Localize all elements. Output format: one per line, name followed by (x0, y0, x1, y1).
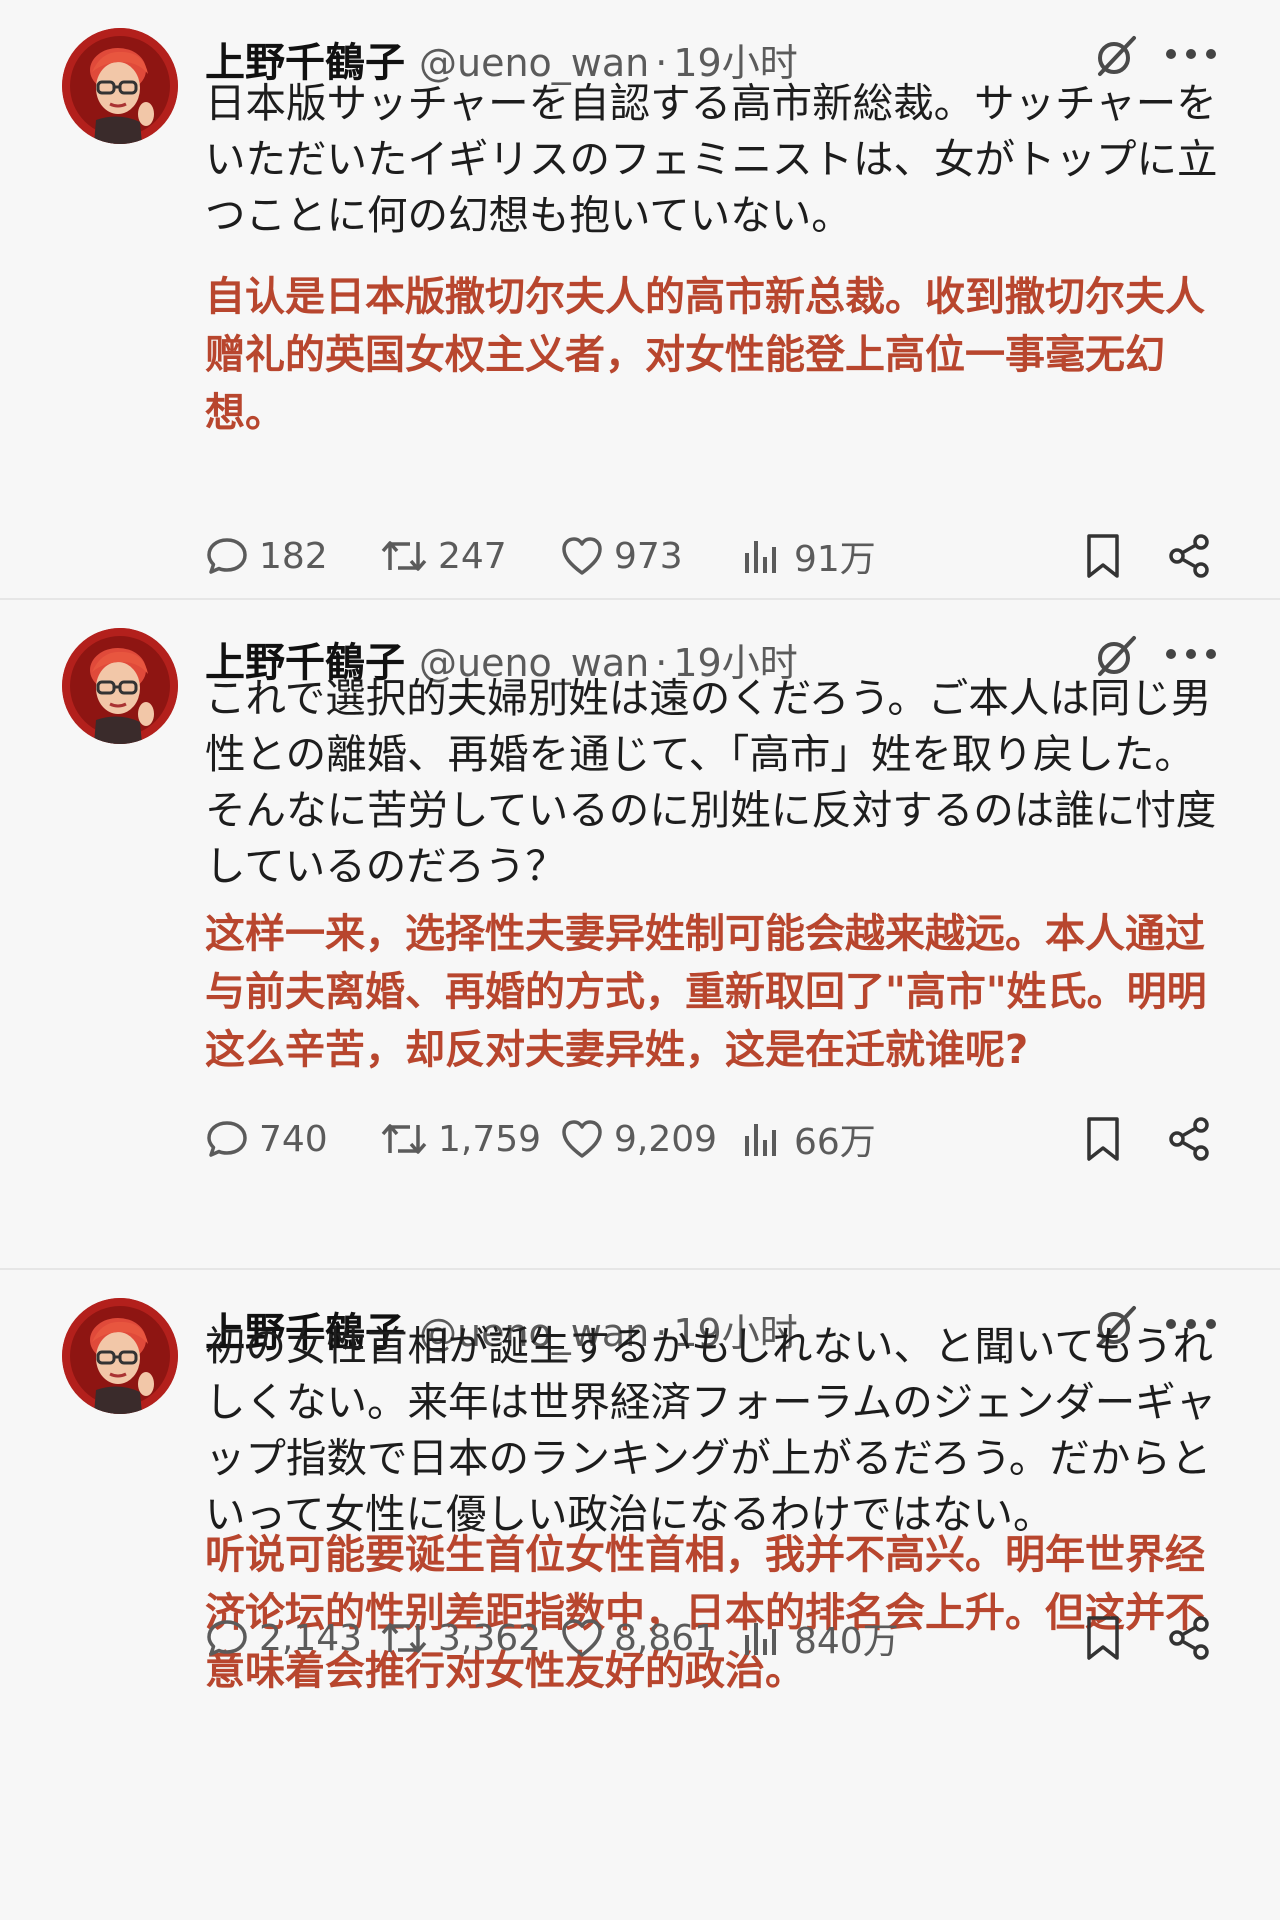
view-count: 66万 (794, 1122, 876, 1163)
views-chart-icon (745, 1623, 776, 1655)
views-button[interactable]: 840万 (740, 1608, 899, 1668)
repost-button[interactable]: 3,362 (380, 1608, 541, 1668)
view-count: 840万 (794, 1621, 899, 1662)
tweet[interactable]: 上野千鶴子 @ueno_wan · 19小时 日本版サッチャーを自認する高市新総… (0, 0, 1280, 600)
repost-icon (381, 1623, 427, 1653)
like-count: 973 (614, 535, 683, 577)
share-icon[interactable] (1165, 1614, 1213, 1662)
like-button[interactable]: 9,209 (560, 1109, 717, 1169)
reply-count: 740 (259, 1118, 328, 1160)
grok-icon[interactable] (1092, 32, 1140, 80)
tweet-text-japanese: 日本版サッチャーを自認する高市新総裁。サッチャーをいただいたイギリスのフェミニス… (205, 79, 1218, 239)
views-button[interactable]: 66万 (740, 1109, 876, 1169)
reply-button[interactable]: 2,143 (205, 1608, 362, 1668)
bookmark-icon[interactable] (1083, 532, 1123, 580)
like-count: 9,209 (614, 1118, 718, 1160)
bookmark-icon[interactable] (1083, 1614, 1123, 1662)
reply-button[interactable]: 182 (205, 526, 328, 586)
reply-icon (207, 1620, 247, 1656)
like-count: 8,861 (614, 1617, 718, 1659)
repost-count: 1,759 (438, 1118, 542, 1160)
views-button[interactable]: 91万 (740, 526, 876, 586)
bookmark-icon[interactable] (1083, 1115, 1123, 1163)
repost-count: 3,362 (438, 1617, 542, 1659)
share-icon[interactable] (1165, 532, 1213, 580)
avatar[interactable] (62, 628, 178, 744)
reply-button[interactable]: 740 (205, 1109, 328, 1169)
repost-button[interactable]: 247 (380, 526, 507, 586)
heart-icon (562, 1619, 602, 1657)
action-bar: 182 247 973 91万 (205, 526, 1225, 586)
repost-icon (381, 541, 427, 571)
views-chart-icon (745, 541, 776, 573)
like-button[interactable]: 973 (560, 526, 683, 586)
more-options-icon[interactable] (1166, 34, 1216, 74)
heart-icon (562, 537, 602, 575)
repost-button[interactable]: 1,759 (380, 1109, 541, 1169)
views-chart-icon (745, 1124, 776, 1156)
like-button[interactable]: 8,861 (560, 1608, 717, 1668)
action-bar: 2,143 3,362 8,861 840万 (205, 1608, 1225, 1668)
tweet[interactable]: 上野千鶴子 @ueno_wan · 19小时 これで選択的夫婦別姓は遠のくだろう… (0, 600, 1280, 1270)
more-options-icon[interactable] (1166, 634, 1216, 674)
tweet[interactable]: 上野千鶴子 @ueno_wan · 19小时 初の女性首相が誕生するかもしれない… (0, 1270, 1280, 1920)
tweet-text-translation: 自认是日本版撒切尔夫人的高市新总裁。收到撒切尔夫人赠礼的英国女权主义者，对女性能… (205, 274, 1205, 436)
heart-icon (562, 1120, 602, 1158)
repost-icon (381, 1124, 427, 1154)
avatar[interactable] (62, 1298, 178, 1414)
reply-icon (207, 538, 247, 574)
tweet-text-japanese: これで選択的夫婦別姓は遠のくだろう。ご本人は同じ男性との離婚、再婚を通じて、「高… (205, 674, 1217, 890)
tweet-feed: 上野千鶴子 @ueno_wan · 19小时 日本版サッチャーを自認する高市新総… (0, 0, 1280, 1920)
tweet-text-translation: 这样一来，选择性夫妻异姓制可能会越来越远。本人通过与前夫离婚、再婚的方式，重新取… (205, 911, 1207, 1073)
avatar[interactable] (62, 28, 178, 144)
tweet-text-japanese: 初の女性首相が誕生するかもしれない、と聞いてもうれしくない。来年は世界経済フォー… (205, 1322, 1217, 1538)
view-count: 91万 (794, 539, 876, 580)
action-bar: 740 1,759 9,209 66万 (205, 1109, 1225, 1169)
share-icon[interactable] (1165, 1115, 1213, 1163)
repost-count: 247 (438, 535, 507, 577)
reply-count: 2,143 (259, 1617, 363, 1659)
reply-icon (207, 1121, 247, 1157)
reply-count: 182 (259, 535, 328, 577)
